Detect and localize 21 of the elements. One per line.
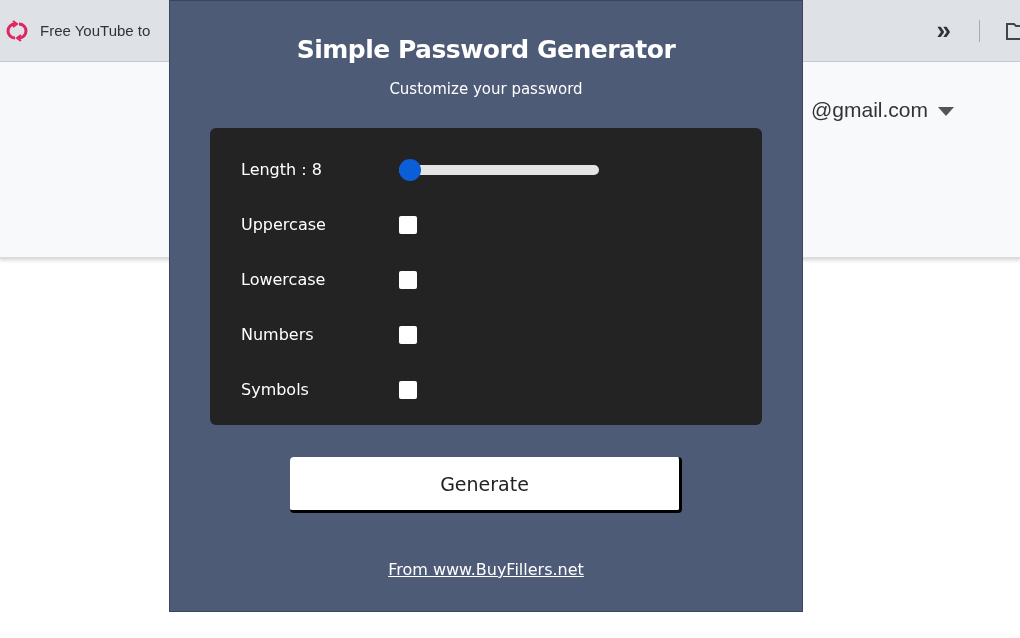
option-label: Lowercase xyxy=(241,270,327,289)
generate-button[interactable]: Generate xyxy=(290,457,682,513)
checkbox[interactable] xyxy=(399,325,417,344)
length-slider[interactable] xyxy=(399,158,599,181)
bookmarks-overflow-button[interactable]: » xyxy=(936,15,951,46)
option-label: Uppercase xyxy=(241,215,327,234)
folder-icon[interactable] xyxy=(1006,21,1020,40)
checkbox[interactable] xyxy=(399,270,417,289)
popup-subtitle: Customize your password xyxy=(389,80,583,98)
checkbox[interactable] xyxy=(399,215,417,234)
dropdown-icon[interactable] xyxy=(938,107,954,117)
bookmark-link[interactable]: Free YouTube to xyxy=(40,22,151,39)
account-email: @gmail.com xyxy=(811,98,928,122)
option-label: Numbers xyxy=(241,325,315,344)
option-label: Symbols xyxy=(241,380,310,399)
link-icon xyxy=(4,19,30,42)
checkbox[interactable] xyxy=(399,380,417,399)
slider-thumb[interactable] xyxy=(399,158,421,181)
popup-title: Simple Password Generator xyxy=(296,35,676,64)
footer-link[interactable]: From www.BuyFillers.net xyxy=(388,560,584,579)
option-label: Length : 8 xyxy=(241,160,323,179)
